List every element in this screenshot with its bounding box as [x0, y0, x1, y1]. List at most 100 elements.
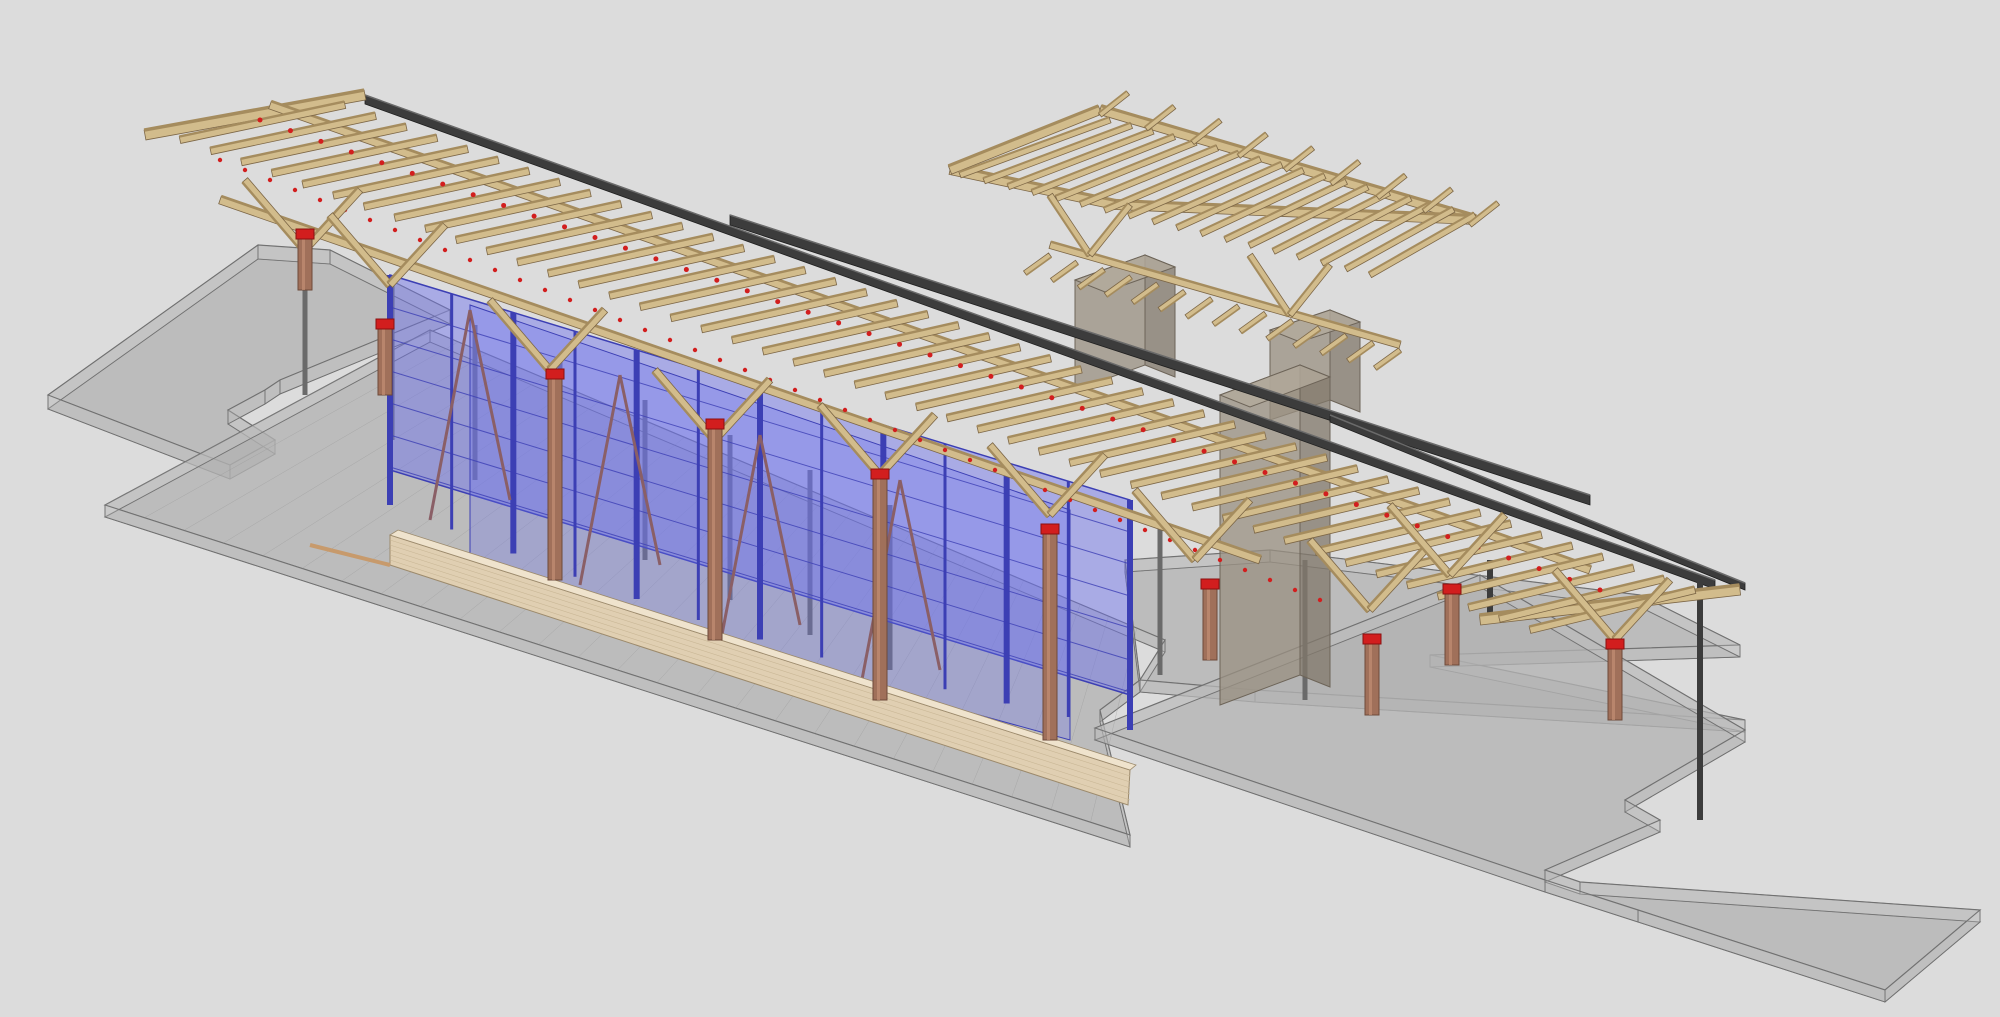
connector-node	[1262, 470, 1268, 475]
connector-node	[318, 138, 324, 144]
connector-node	[501, 202, 507, 208]
timber-column-highlight	[1612, 645, 1615, 720]
connector-node	[1142, 527, 1148, 533]
connector-node	[622, 245, 628, 251]
timber-column-highlight	[382, 325, 385, 395]
connector-node	[967, 457, 973, 463]
connector-node	[287, 128, 293, 134]
connector-node	[866, 331, 872, 337]
connector-node	[1117, 517, 1123, 523]
column-connector	[870, 468, 890, 480]
model-viewport[interactable]	[0, 0, 2000, 1017]
column-connector	[1442, 583, 1462, 595]
connector-node	[267, 177, 273, 183]
connector-node	[817, 397, 823, 403]
connector-node	[1079, 405, 1085, 411]
connector-node	[867, 417, 873, 423]
connector-node	[1597, 587, 1603, 593]
column-connector	[1200, 578, 1220, 590]
connector-node	[492, 267, 498, 273]
connector-node	[1171, 437, 1177, 443]
isometric-structure-model[interactable]	[0, 0, 2000, 1017]
connector-node	[317, 197, 323, 203]
timber-column-highlight	[1369, 640, 1372, 715]
timber-column-highlight	[1449, 590, 1452, 665]
connector-node	[409, 170, 415, 176]
connector-node	[348, 149, 354, 155]
connector-node	[742, 367, 748, 373]
connector-node	[367, 217, 373, 223]
connector-node	[292, 187, 298, 193]
connector-node	[217, 157, 223, 163]
connector-node	[717, 357, 723, 363]
timber-column-highlight	[1207, 585, 1210, 660]
connector-node	[1018, 384, 1024, 390]
connector-node	[792, 387, 798, 393]
column-connector	[295, 228, 315, 240]
connector-node	[592, 235, 598, 240]
connector-node	[1292, 480, 1298, 486]
connector-node	[1317, 597, 1323, 603]
connector-node	[836, 320, 842, 326]
connector-node	[1042, 487, 1048, 493]
connector-node	[257, 117, 263, 123]
connector-node	[692, 347, 698, 353]
connector-node	[842, 407, 848, 413]
connector-node	[1242, 567, 1248, 573]
timber-column-highlight	[1047, 530, 1050, 740]
connector-node	[1445, 534, 1451, 540]
connector-node	[1140, 427, 1146, 433]
connector-node	[1092, 507, 1098, 513]
connector-node	[992, 467, 998, 473]
connector-node	[242, 167, 248, 173]
connector-node	[542, 287, 548, 293]
connector-node	[467, 257, 473, 263]
connector-node	[927, 352, 933, 358]
connector-node	[1323, 491, 1329, 497]
connector-node	[379, 160, 385, 166]
connector-node	[714, 277, 720, 283]
connector-node	[642, 327, 648, 333]
column-connector	[1040, 523, 1060, 535]
connector-node	[440, 181, 446, 187]
column-connector	[1362, 633, 1382, 645]
connector-node	[562, 224, 568, 230]
connector-node	[892, 427, 898, 433]
connector-node	[667, 337, 673, 343]
connector-node	[1201, 448, 1207, 454]
connector-node	[517, 277, 523, 283]
connector-node	[1232, 459, 1238, 465]
column-connector	[705, 418, 725, 430]
connector-node	[392, 227, 398, 233]
connector-node	[653, 256, 659, 262]
connector-node	[1292, 587, 1298, 593]
connector-node	[1049, 395, 1055, 401]
connector-node	[683, 267, 689, 273]
connector-node	[805, 309, 811, 315]
timber-column-highlight	[712, 425, 715, 640]
connector-node	[942, 447, 948, 453]
connector-node	[617, 317, 623, 323]
connector-node	[1506, 555, 1512, 561]
connector-node	[1353, 502, 1359, 508]
timber-column-highlight	[552, 375, 555, 580]
connector-node	[1267, 577, 1273, 583]
connector-node	[567, 297, 573, 303]
connector-node	[1110, 416, 1116, 422]
connector-node	[442, 247, 448, 253]
connector-node	[592, 307, 598, 313]
timber-column-highlight	[302, 235, 305, 290]
connector-node	[897, 341, 903, 347]
connector-node	[1536, 566, 1542, 572]
connector-node	[1384, 512, 1390, 518]
column-connector	[1605, 638, 1625, 650]
column-connector	[375, 318, 395, 330]
connector-node	[1414, 523, 1420, 529]
connector-node	[1217, 557, 1223, 563]
connector-node	[775, 299, 781, 305]
connector-node	[531, 213, 537, 219]
connector-node	[988, 373, 994, 379]
column-connector	[545, 368, 565, 380]
connector-node	[957, 363, 963, 369]
connector-node	[470, 192, 476, 198]
